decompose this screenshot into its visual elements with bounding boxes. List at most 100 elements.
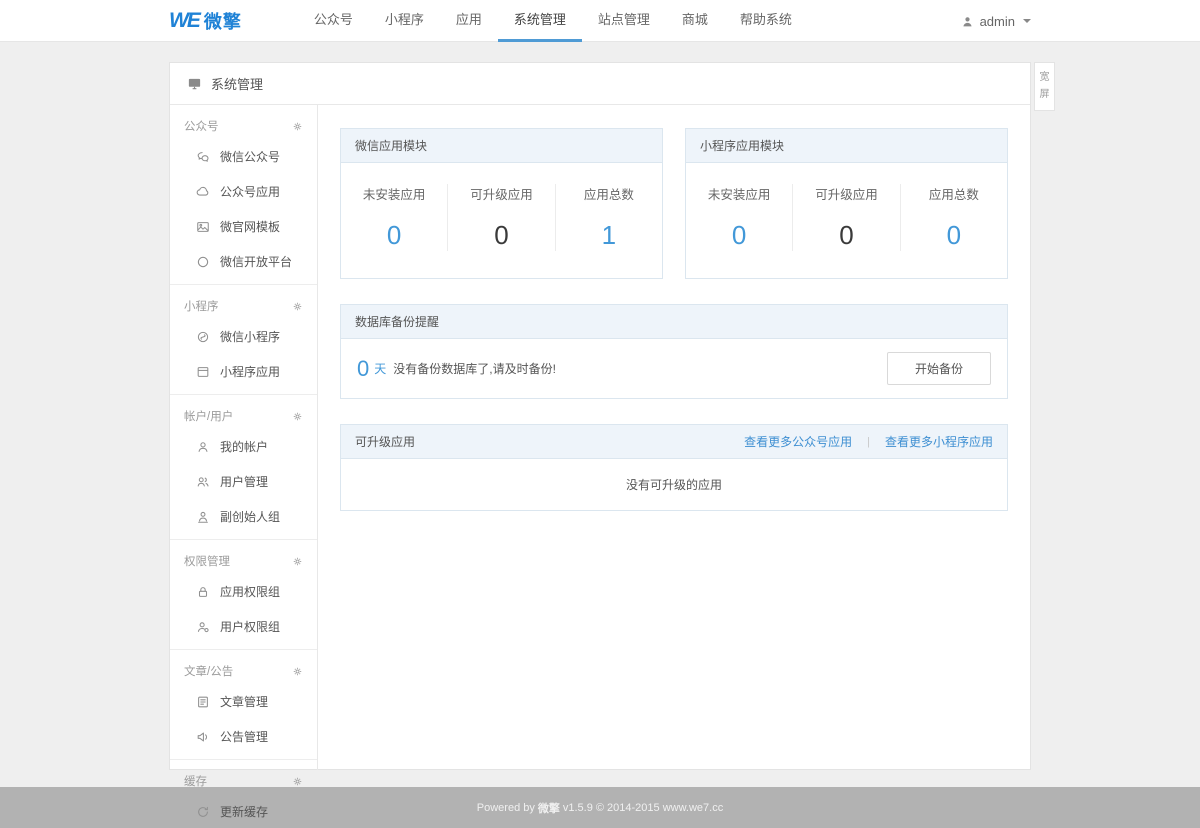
sidebar-item-my-account[interactable]: 我的帐户: [170, 429, 317, 464]
nav-item-mall[interactable]: 商城: [666, 0, 724, 42]
sidebar-item-label: 应用权限组: [220, 583, 280, 600]
sidebar-item-user-management[interactable]: 用户管理: [170, 464, 317, 499]
start-backup-button[interactable]: 开始备份: [887, 352, 991, 385]
section-title: 小程序: [184, 298, 219, 314]
stat-label: 可升级应用: [452, 184, 550, 203]
sidebar-item-wechat-miniprogram[interactable]: 微信小程序: [170, 319, 317, 354]
sidebar: 公众号 微信公众号 公众号应用 微官: [170, 105, 318, 770]
stat-total-apps: 应用总数 0: [901, 184, 1007, 251]
gear-icon[interactable]: [292, 666, 303, 677]
stat-total-apps: 应用总数 1: [556, 184, 662, 251]
user-gear-icon: [196, 620, 210, 634]
section-title: 公众号: [184, 118, 219, 134]
user-group-icon: [196, 510, 210, 524]
gear-icon[interactable]: [292, 301, 303, 312]
weengine-logo[interactable]: WE 微擎: [169, 8, 242, 34]
sidebar-item-label: 更新缓存: [220, 803, 268, 820]
cloud-icon: [196, 185, 210, 199]
nav-item-mini-programs[interactable]: 小程序: [369, 0, 440, 42]
footer-version: v1.5.9 © 2014-2015 www.we7.cc: [563, 802, 723, 814]
users-icon: [196, 475, 210, 489]
widescreen-toggle[interactable]: 宽 屏: [1034, 62, 1055, 111]
sidebar-section-account-user: 帐户/用户 我的帐户 用户管理 副创: [170, 395, 317, 540]
monitor-icon: [187, 76, 202, 91]
sidebar-item-update-cache[interactable]: 更新缓存: [170, 794, 317, 828]
sidebar-item-label: 公众号应用: [220, 183, 280, 200]
widescreen-label-bottom: 屏: [1035, 86, 1054, 103]
section-title: 缓存: [184, 773, 207, 789]
card-title: 小程序应用模块: [686, 129, 1007, 163]
logo-we-monogram: WE: [169, 9, 199, 33]
sidebar-item-label: 微信开放平台: [220, 253, 292, 270]
sidebar-item-label: 小程序应用: [220, 363, 280, 380]
card-title: 可升级应用: [355, 433, 415, 450]
section-title: 权限管理: [184, 553, 230, 569]
nav-item-official-accounts[interactable]: 公众号: [298, 0, 369, 42]
sidebar-item-label: 公告管理: [220, 728, 268, 745]
sidebar-item-label: 我的帐户: [220, 438, 268, 455]
stat-label: 应用总数: [905, 184, 1003, 203]
backup-days-unit: 天: [374, 360, 386, 377]
section-title: 帐户/用户: [184, 408, 233, 424]
sidebar-item-user-permission-group[interactable]: 用户权限组: [170, 609, 317, 644]
sidebar-item-micro-site-templates[interactable]: 微官网模板: [170, 209, 317, 244]
nav-item-system-management[interactable]: 系统管理: [498, 0, 582, 42]
wechat-modules-card: 微信应用模块 未安装应用 0 可升级应用 0 应用总数: [340, 128, 663, 279]
sidebar-item-announcement-management[interactable]: 公告管理: [170, 719, 317, 754]
backup-message: 没有备份数据库了,请及时备份!: [393, 360, 556, 377]
speaker-icon: [196, 730, 210, 744]
miniprogram-icon: [196, 330, 210, 344]
stat-upgradable-apps: 可升级应用 0: [448, 184, 555, 251]
miniprogram-modules-card: 小程序应用模块 未安装应用 0 可升级应用 0 应用总数: [685, 128, 1008, 279]
sidebar-item-label: 文章管理: [220, 693, 268, 710]
stat-label: 未安装应用: [690, 184, 788, 203]
refresh-icon: [196, 805, 210, 819]
user-avatar-icon: [961, 15, 974, 28]
sidebar-item-wechat-open-platform[interactable]: 微信开放平台: [170, 244, 317, 279]
stat-value: 0: [797, 220, 895, 251]
more-official-apps-link[interactable]: 查看更多公众号应用: [744, 433, 852, 450]
gear-icon[interactable]: [292, 776, 303, 787]
user-icon: [196, 440, 210, 454]
stat-label: 未安装应用: [345, 184, 443, 203]
lock-icon: [196, 585, 210, 599]
sidebar-item-label: 用户管理: [220, 473, 268, 490]
more-miniprogram-apps-link[interactable]: 查看更多小程序应用: [885, 433, 993, 450]
sidebar-item-article-management[interactable]: 文章管理: [170, 684, 317, 719]
page-background: 宽 屏 系统管理 公众号: [0, 42, 1200, 787]
chevron-down-icon: [1023, 19, 1031, 23]
admin-user-menu[interactable]: admin: [961, 14, 1031, 29]
sidebar-item-label: 微官网模板: [220, 218, 280, 235]
stat-label: 应用总数: [560, 184, 658, 203]
nav-item-apps[interactable]: 应用: [440, 0, 498, 42]
sidebar-section-official-account: 公众号 微信公众号 公众号应用 微官: [170, 105, 317, 285]
admin-username: admin: [980, 14, 1015, 29]
footer-brand: 微擎: [538, 800, 560, 816]
gear-icon[interactable]: [292, 121, 303, 132]
nav-item-site-management[interactable]: 站点管理: [582, 0, 666, 42]
sidebar-section-article-announcement: 文章/公告 文章管理 公告管理: [170, 650, 317, 760]
gear-icon[interactable]: [292, 411, 303, 422]
sidebar-item-miniprogram-apps[interactable]: 小程序应用: [170, 354, 317, 389]
gear-icon[interactable]: [292, 556, 303, 567]
sidebar-item-label: 微信公众号: [220, 148, 280, 165]
sidebar-section-permissions: 权限管理 应用权限组 用户权限组: [170, 540, 317, 650]
content-area: 微信应用模块 未安装应用 0 可升级应用 0 应用总数: [318, 105, 1030, 770]
template-image-icon: [196, 220, 210, 234]
no-upgradable-apps-text: 没有可升级的应用: [341, 459, 1007, 510]
sidebar-item-wechat-official[interactable]: 微信公众号: [170, 139, 317, 174]
open-platform-ring-icon: [196, 255, 210, 269]
card-title: 微信应用模块: [341, 129, 662, 163]
nav-item-help-system[interactable]: 帮助系统: [724, 0, 808, 42]
stat-uninstalled-apps: 未安装应用 0: [686, 184, 793, 251]
sidebar-item-app-permission-group[interactable]: 应用权限组: [170, 574, 317, 609]
sidebar-section-mini-program: 小程序 微信小程序 小程序应用: [170, 285, 317, 395]
section-title: 文章/公告: [184, 663, 233, 679]
sidebar-item-label: 用户权限组: [220, 618, 280, 635]
sidebar-item-label: 副创始人组: [220, 508, 280, 525]
card-title: 数据库备份提醒: [341, 305, 1007, 339]
backup-days-count: 0: [357, 356, 369, 382]
top-navbar: WE 微擎 公众号 小程序 应用 系统管理 站点管理 商城 帮助系统 admin: [0, 0, 1200, 42]
sidebar-item-vice-founder-group[interactable]: 副创始人组: [170, 499, 317, 534]
sidebar-item-official-apps[interactable]: 公众号应用: [170, 174, 317, 209]
